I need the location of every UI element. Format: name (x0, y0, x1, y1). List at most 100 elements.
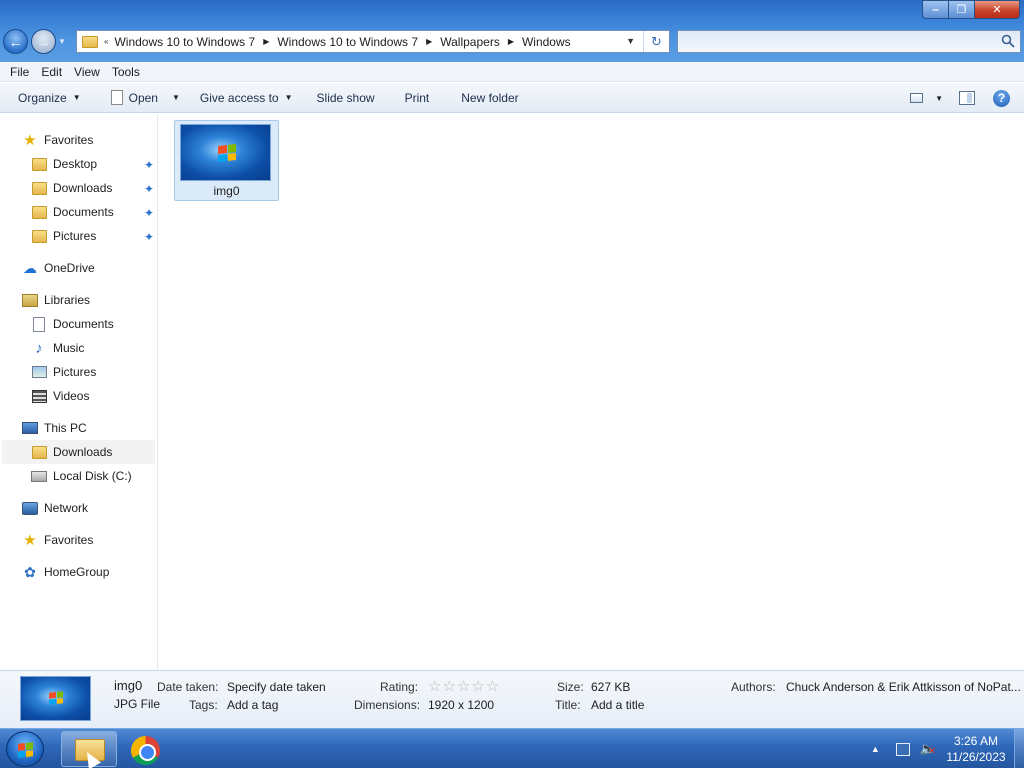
dimensions-label: Dimensions: (354, 698, 421, 712)
nav-documents[interactable]: Documents (31, 200, 114, 224)
nav-label: Local Disk (C:) (53, 469, 132, 483)
nav-this-pc[interactable]: This PC (22, 416, 87, 440)
windows-logo-icon (49, 691, 63, 705)
nav-library-pictures[interactable]: Pictures (31, 360, 96, 384)
title-value[interactable]: Add a title (591, 698, 644, 712)
organize-label: Organize (18, 90, 67, 105)
view-options-dropdown[interactable]: ▼ (935, 94, 943, 103)
recent-locations-dropdown[interactable]: ▼ (58, 37, 66, 46)
menu-view[interactable]: View (68, 65, 106, 79)
slideshow-label: Slide show (316, 90, 375, 105)
new-folder-label: New folder (461, 90, 519, 105)
back-button[interactable]: ← (3, 29, 28, 54)
help-icon[interactable]: ? (993, 89, 1010, 107)
pin-icon: ✦ (143, 182, 155, 196)
clock-date: 11/26/2023 (946, 750, 1006, 764)
breadcrumb-item[interactable]: Windows 10 to Windows 7 (114, 35, 255, 49)
nav-label: This PC (44, 421, 87, 435)
breadcrumb-separator[interactable]: ▶ (508, 37, 514, 46)
network-status-icon[interactable] (895, 742, 910, 756)
file-item[interactable]: img0 (174, 120, 279, 201)
chevron-down-icon[interactable]: ▼ (172, 93, 180, 102)
rating-label: Rating: (380, 680, 419, 694)
nav-favorites[interactable]: ★ Favorites (22, 128, 93, 152)
volume-muted-icon[interactable]: 🔈 ✕ (920, 741, 936, 757)
file-list[interactable]: img0 (159, 114, 1024, 670)
menu-bar: File Edit View Tools (0, 62, 1024, 82)
breadcrumb-item[interactable]: Windows 10 to Windows 7 (277, 35, 418, 49)
nav-label: Libraries (44, 293, 91, 307)
minimize-button[interactable]: ‒ (922, 0, 948, 19)
chrome-icon (131, 736, 160, 765)
maximize-button[interactable]: ❐ (948, 0, 974, 19)
nav-pc-downloads[interactable]: Downloads (2, 440, 155, 464)
nav-libraries[interactable]: Libraries (22, 288, 90, 312)
nav-label: Music (53, 341, 85, 355)
menu-edit[interactable]: Edit (35, 65, 68, 79)
network-icon (22, 501, 38, 515)
command-bar: Organize ▼ Open ▼ Give access to ▼ Slide sh… (0, 83, 1024, 113)
menu-file[interactable]: File (4, 65, 35, 79)
open-button[interactable]: Open ▼ (91, 83, 190, 112)
start-button[interactable] (6, 731, 44, 767)
folder-icon (82, 35, 98, 48)
breadcrumb-separator[interactable]: ▶ (426, 37, 432, 46)
nav-library-music[interactable]: ♪ Music (31, 336, 84, 360)
search-input[interactable] (677, 30, 1021, 53)
new-folder-button[interactable]: New folder (439, 83, 528, 112)
authors-value[interactable]: Chuck Anderson & Erik Attkisson of NoPat… (786, 680, 1021, 694)
forward-button[interactable]: → (31, 29, 56, 54)
star-icon: ★ (23, 132, 37, 149)
address-dropdown-icon[interactable]: ▼ (626, 36, 635, 46)
folder-icon (31, 181, 47, 195)
nav-library-videos[interactable]: Videos (31, 384, 89, 408)
menu-tools[interactable]: Tools (106, 65, 146, 79)
navigation-buttons: ← → ▼ (3, 29, 66, 54)
date-taken-value[interactable]: Specify date taken (227, 680, 326, 694)
nav-label: Network (44, 501, 89, 515)
nav-label: Pictures (53, 365, 97, 379)
show-hidden-icons-icon[interactable]: ▲ (871, 744, 880, 754)
nav-homegroup[interactable]: ✿ HomeGroup (22, 560, 109, 584)
close-button[interactable]: ✕ (974, 0, 1020, 19)
clock[interactable]: 3:26 AM 11/26/2023 (942, 733, 1010, 765)
give-access-button[interactable]: Give access to ▼ (190, 83, 303, 112)
taskbar-chrome[interactable] (118, 731, 174, 767)
folder-icon (31, 157, 47, 171)
breadcrumb-item[interactable]: Windows (522, 35, 571, 49)
slideshow-button[interactable]: Slide show (303, 83, 385, 112)
pin-icon: ✦ (143, 206, 155, 220)
star-icon: ★ (23, 532, 37, 549)
refresh-icon[interactable]: ↻ (643, 31, 669, 52)
address-bar[interactable]: « Windows 10 to Windows 7 ▶ Windows 10 t… (76, 30, 670, 53)
breadcrumb-separator[interactable]: ▶ (263, 37, 269, 46)
breadcrumb-item[interactable]: Wallpapers (440, 35, 500, 49)
nav-network[interactable]: Network (22, 496, 88, 520)
chevron-down-icon: ▼ (284, 93, 293, 102)
folder-icon (31, 445, 47, 459)
nav-label: Videos (53, 389, 90, 403)
nav-label: OneDrive (44, 261, 95, 275)
nav-desktop[interactable]: Desktop (31, 152, 97, 176)
give-access-label: Give access to (199, 90, 279, 105)
overflow-chevron[interactable]: « (104, 37, 108, 46)
size-value: 627 KB (591, 680, 631, 694)
search-icon[interactable] (1001, 34, 1015, 48)
tags-value[interactable]: Add a tag (227, 698, 278, 712)
print-button[interactable]: Print (385, 83, 440, 112)
change-view-icon[interactable] (910, 93, 924, 103)
show-desktop-button[interactable] (1014, 729, 1024, 768)
preview-pane-icon[interactable] (959, 91, 975, 105)
nav-local-disk[interactable]: Local Disk (C:) (31, 464, 132, 488)
nav-library-documents[interactable]: Documents (31, 312, 114, 336)
nav-favorites-2[interactable]: ★ Favorites (22, 528, 93, 552)
rating-stars[interactable]: ☆☆☆☆☆ (428, 677, 500, 695)
nav-downloads[interactable]: Downloads (31, 176, 112, 200)
organize-button[interactable]: Organize ▼ (8, 83, 91, 112)
clock-time: 3:26 AM (953, 734, 999, 748)
title-label: Title: (555, 698, 581, 712)
nav-label: Documents (53, 205, 114, 219)
homegroup-icon: ✿ (24, 563, 36, 580)
nav-pictures[interactable]: Pictures (31, 224, 96, 248)
nav-onedrive[interactable]: ☁ OneDrive (22, 256, 95, 280)
